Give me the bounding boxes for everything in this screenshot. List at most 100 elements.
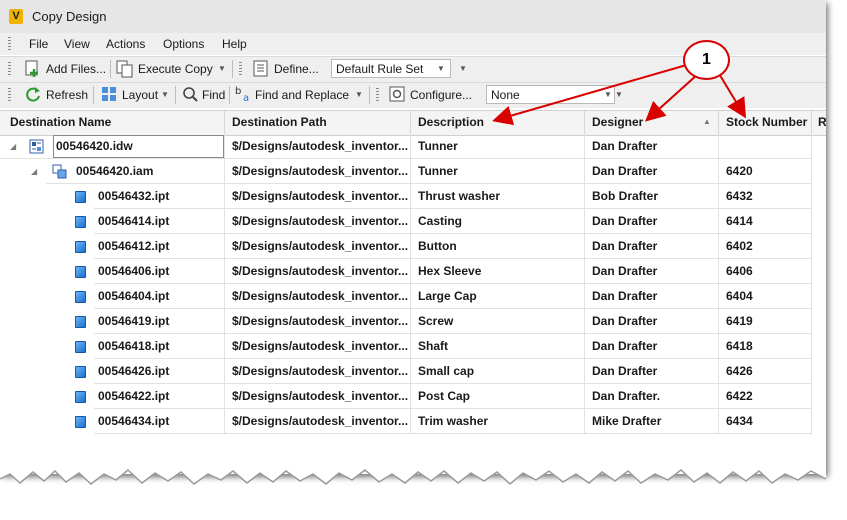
cell-designer[interactable]: Mike Drafter bbox=[592, 409, 661, 434]
grid-line bbox=[811, 184, 812, 209]
cell-stock-number[interactable]: 6419 bbox=[726, 309, 753, 334]
grid-line bbox=[718, 309, 719, 334]
grid-line bbox=[410, 259, 411, 284]
cell-description[interactable]: Casting bbox=[418, 209, 462, 234]
cell-description[interactable]: Shaft bbox=[418, 334, 448, 359]
grid-line bbox=[584, 259, 585, 284]
cell-designer[interactable]: Dan Drafter bbox=[592, 334, 657, 359]
grid-line bbox=[224, 209, 225, 234]
cell-destination-path[interactable]: $/Designs/autodesk_inventor... bbox=[232, 359, 408, 384]
table-row[interactable]: 00546412.ipt $/Designs/autodesk_inventor.… bbox=[0, 234, 826, 259]
cell-description[interactable]: Trim washer bbox=[418, 409, 488, 434]
cell-stock-number[interactable]: 6420 bbox=[726, 159, 753, 184]
cell-destination-name[interactable]: 00546418.ipt bbox=[98, 334, 169, 359]
tree-expand-icon[interactable]: ◢ bbox=[10, 142, 16, 151]
cell-destination-path[interactable]: $/Designs/autodesk_inventor... bbox=[232, 334, 408, 359]
grid-line bbox=[224, 384, 225, 409]
table-row[interactable]: 00546404.ipt $/Designs/autodesk_inventor.… bbox=[0, 284, 826, 309]
callout-number: 1 bbox=[683, 40, 730, 80]
grid-line bbox=[410, 359, 411, 384]
table-row[interactable]: 00546419.ipt $/Designs/autodesk_inventor.… bbox=[0, 309, 826, 334]
torn-edge-decoration bbox=[0, 465, 827, 486]
table-row[interactable]: 00546418.ipt $/Designs/autodesk_inventor.… bbox=[0, 334, 826, 359]
grid-line bbox=[811, 209, 812, 234]
cell-designer[interactable]: Dan Drafter bbox=[592, 359, 657, 384]
cell-designer[interactable]: Dan Drafter bbox=[592, 259, 657, 284]
grid-line bbox=[811, 384, 812, 409]
cell-stock-number[interactable]: 6418 bbox=[726, 334, 753, 359]
cell-destination-path[interactable]: $/Designs/autodesk_inventor... bbox=[232, 384, 408, 409]
cell-designer[interactable]: Dan Drafter bbox=[592, 309, 657, 334]
cell-stock-number[interactable]: 6434 bbox=[726, 409, 753, 434]
cell-destination-name[interactable]: 00546406.ipt bbox=[98, 259, 169, 284]
cell-designer[interactable]: Dan Drafter bbox=[592, 159, 657, 184]
table-row[interactable]: ◢ 00546420.iam $/Designs/autodesk_inventor… bbox=[0, 159, 826, 184]
grid-line bbox=[811, 359, 812, 384]
table-row[interactable]: 00546414.ipt $/Designs/autodesk_inventor.… bbox=[0, 209, 826, 234]
assembly-file-icon bbox=[52, 164, 67, 179]
grid-line bbox=[224, 284, 225, 309]
cell-destination-name[interactable]: 00546422.ipt bbox=[98, 384, 169, 409]
grid-line bbox=[718, 209, 719, 234]
cell-stock-number[interactable]: 6404 bbox=[726, 284, 753, 309]
cell-destination-name[interactable]: 00546432.ipt bbox=[98, 184, 169, 209]
part-file-icon bbox=[75, 416, 86, 428]
cell-designer[interactable]: Dan Drafter bbox=[592, 234, 657, 259]
cell-destination-path[interactable]: $/Designs/autodesk_inventor... bbox=[232, 209, 408, 234]
grid-line bbox=[584, 384, 585, 409]
cell-designer[interactable]: Dan Drafter. bbox=[592, 384, 660, 409]
cell-description[interactable]: Button bbox=[418, 234, 457, 259]
grid-line bbox=[410, 309, 411, 334]
part-file-icon bbox=[75, 216, 86, 228]
cell-destination-path[interactable]: $/Designs/autodesk_inventor... bbox=[232, 159, 408, 184]
grid-line bbox=[718, 184, 719, 209]
grid-line bbox=[718, 284, 719, 309]
cell-destination-name[interactable]: 00546419.ipt bbox=[98, 309, 169, 334]
cell-destination-name[interactable]: 00546414.ipt bbox=[98, 209, 169, 234]
cell-description[interactable]: Large Cap bbox=[418, 284, 477, 309]
cell-destination-path[interactable]: $/Designs/autodesk_inventor... bbox=[232, 409, 408, 434]
grid-line bbox=[584, 209, 585, 234]
cell-stock-number[interactable]: 6402 bbox=[726, 234, 753, 259]
cell-destination-path[interactable]: $/Designs/autodesk_inventor... bbox=[232, 234, 408, 259]
cell-destination-name[interactable]: 00546412.ipt bbox=[98, 234, 169, 259]
part-file-icon bbox=[75, 391, 86, 403]
cell-description[interactable]: Post Cap bbox=[418, 384, 470, 409]
cell-description[interactable]: Small cap bbox=[418, 359, 474, 384]
cell-designer[interactable]: Dan Drafter bbox=[592, 209, 657, 234]
cell-stock-number[interactable]: 6406 bbox=[726, 259, 753, 284]
cell-description[interactable]: Screw bbox=[418, 309, 453, 334]
cell-destination-name[interactable]: 00546434.ipt bbox=[98, 409, 169, 434]
cell-destination-path[interactable]: $/Designs/autodesk_inventor... bbox=[232, 309, 408, 334]
cell-stock-number[interactable]: 6432 bbox=[726, 184, 753, 209]
tree-expand-icon[interactable]: ◢ bbox=[31, 167, 37, 176]
table-row[interactable]: 00546432.ipt $/Designs/autodesk_inventor.… bbox=[0, 184, 826, 209]
cell-designer[interactable]: Bob Drafter bbox=[592, 184, 658, 209]
cell-destination-path[interactable]: $/Designs/autodesk_inventor... bbox=[232, 184, 408, 209]
cell-description[interactable]: Tunner bbox=[418, 159, 458, 184]
cell-description[interactable]: Hex Sleeve bbox=[418, 259, 481, 284]
cell-stock-number[interactable]: 6422 bbox=[726, 384, 753, 409]
cell-destination-name[interactable]: 00546426.ipt bbox=[98, 359, 169, 384]
cell-destination-path[interactable]: $/Designs/autodesk_inventor... bbox=[232, 284, 408, 309]
cell-description[interactable]: Thrust washer bbox=[418, 184, 500, 209]
grid-line bbox=[811, 309, 812, 334]
grid-line bbox=[410, 209, 411, 234]
table-row[interactable]: 00546426.ipt $/Designs/autodesk_inventor.… bbox=[0, 359, 826, 384]
grid-line bbox=[224, 159, 225, 184]
cell-stock-number[interactable]: 6414 bbox=[726, 209, 753, 234]
grid-line bbox=[584, 184, 585, 209]
table-row[interactable]: 00546406.ipt $/Designs/autodesk_inventor.… bbox=[0, 259, 826, 284]
cell-destination-path[interactable]: $/Designs/autodesk_inventor... bbox=[232, 259, 408, 284]
cell-stock-number[interactable]: 6426 bbox=[726, 359, 753, 384]
grid-line bbox=[718, 334, 719, 359]
table-row[interactable]: 00546434.ipt $/Designs/autodesk_inventor.… bbox=[0, 409, 826, 434]
cell-designer[interactable]: Dan Drafter bbox=[592, 284, 657, 309]
cell-destination-name[interactable]: 00546420.iam bbox=[76, 159, 153, 184]
cell-destination-name[interactable]: 00546404.ipt bbox=[98, 284, 169, 309]
grid-line bbox=[718, 384, 719, 409]
copy-design-window: V Copy Design File View Actions Options … bbox=[0, 0, 826, 474]
grid-line bbox=[410, 284, 411, 309]
table-row[interactable]: 00546422.ipt $/Designs/autodesk_inventor.… bbox=[0, 384, 826, 409]
grid-line bbox=[718, 359, 719, 384]
